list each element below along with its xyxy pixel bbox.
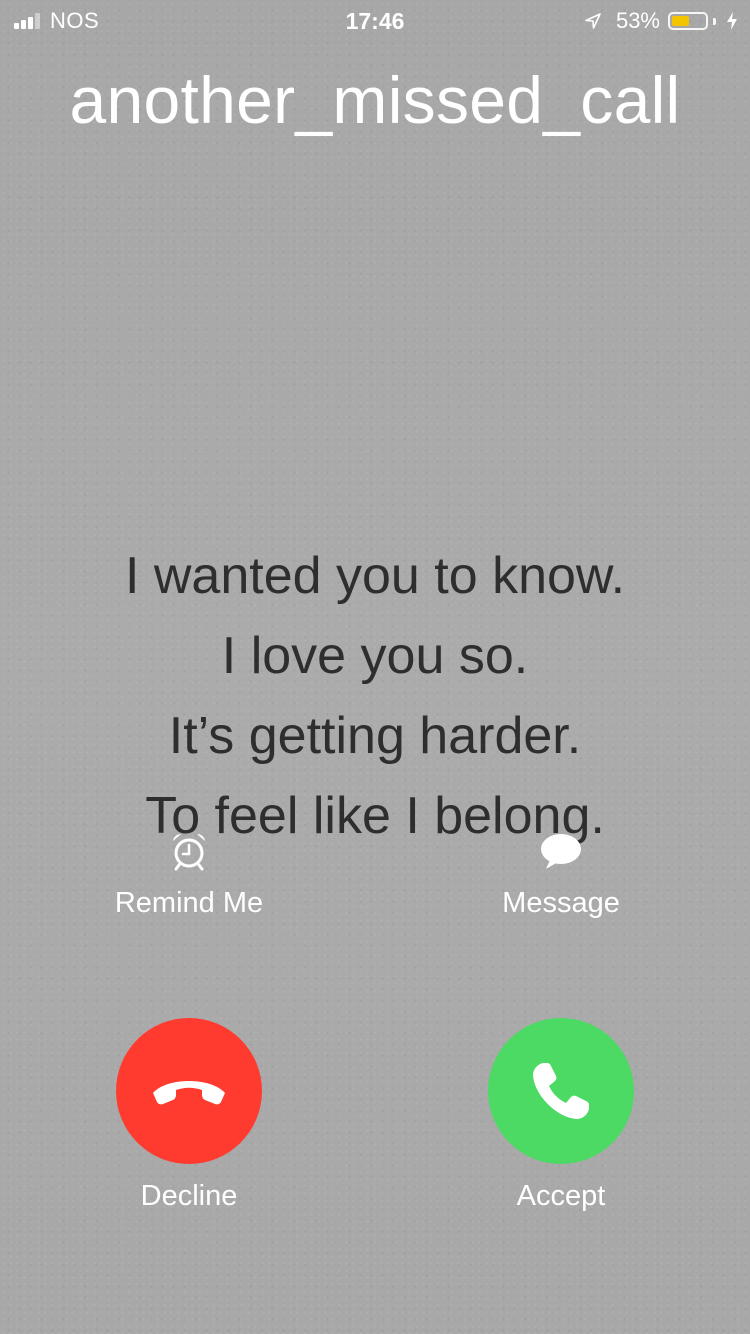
charging-bolt-icon	[727, 12, 737, 30]
speech-bubble-icon	[541, 834, 581, 869]
lyric-line: It’s getting harder.	[168, 707, 582, 765]
remind-me-label: Remind Me	[114, 887, 264, 919]
accept-label: Accept	[516, 1180, 606, 1212]
battery-percent: 53%	[615, 8, 660, 33]
hang-up-phone-icon	[153, 1081, 225, 1105]
battery-nub	[713, 17, 716, 25]
status-bar: NOS 17:46 53%	[0, 0, 750, 40]
lyric-line: I wanted you to know.	[124, 547, 626, 605]
decline-label: Decline	[140, 1180, 238, 1212]
message-button[interactable]: Message	[441, 830, 681, 920]
location-arrow-icon	[585, 13, 601, 29]
decline-action: Decline	[69, 1018, 309, 1213]
remind-me-button[interactable]: Remind Me	[69, 830, 309, 920]
caller-name: another_missed_call	[69, 63, 681, 137]
wallpaper-lyrics: I wanted you to know. I love you so. It’…	[0, 536, 750, 856]
alarm-clock-icon	[173, 833, 205, 871]
battery-level-fill	[672, 16, 689, 26]
decline-button[interactable]	[116, 1018, 262, 1164]
battery-icon	[668, 12, 708, 30]
accept-button[interactable]	[488, 1018, 634, 1164]
message-label: Message	[502, 887, 620, 919]
accept-action: Accept	[441, 1018, 681, 1213]
lyric-line: I love you so.	[221, 627, 529, 685]
status-bar-right: 53%	[584, 8, 738, 34]
phone-icon	[533, 1063, 589, 1119]
